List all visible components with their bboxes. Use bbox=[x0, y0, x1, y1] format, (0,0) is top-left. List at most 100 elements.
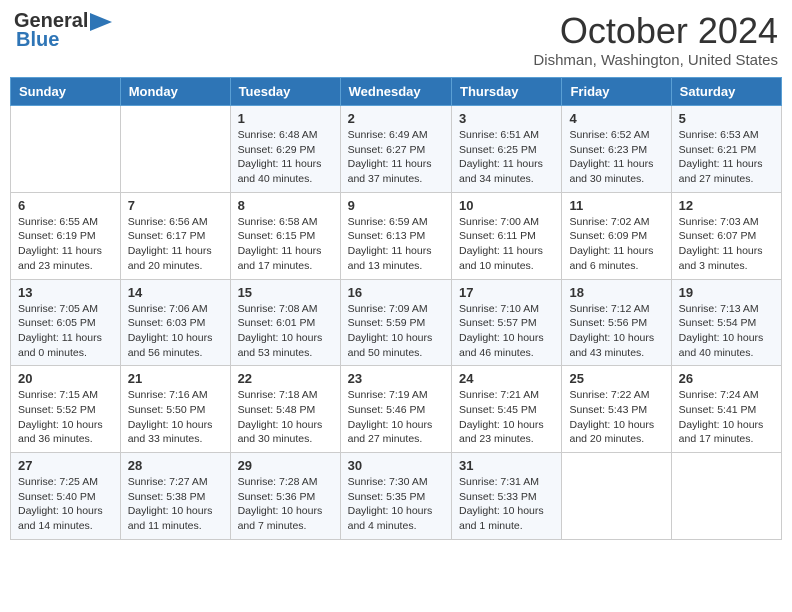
calendar-cell: 2 Sunrise: 6:49 AM Sunset: 6:27 PM Daylig… bbox=[340, 106, 451, 193]
logo: General Blue bbox=[14, 10, 112, 52]
day-number: 17 bbox=[459, 285, 554, 300]
day-number: 24 bbox=[459, 371, 554, 386]
calendar-cell: 16Sunrise: 7:09 AM Sunset: 5:59 PM Dayli… bbox=[340, 279, 451, 366]
day-info: Sunrise: 6:48 AM Sunset: 6:29 PM Dayligh… bbox=[238, 128, 333, 187]
calendar-cell bbox=[671, 453, 781, 540]
day-info: Sunrise: 7:19 AM Sunset: 5:46 PM Dayligh… bbox=[348, 388, 444, 447]
day-number: 27 bbox=[18, 458, 113, 473]
day-number: 21 bbox=[128, 371, 223, 386]
calendar-cell: 26 Sunrise: 7:24 AM Sunset: 5:41 PM Dayli… bbox=[671, 366, 781, 453]
day-number: 3 bbox=[459, 111, 554, 126]
calendar-cell: 1Sunrise: 6:48 AM Sunset: 6:29 PM Daylig… bbox=[230, 106, 340, 193]
day-info: Sunrise: 7:27 AM Sunset: 5:38 PM Dayligh… bbox=[128, 475, 223, 534]
calendar-cell: 28 Sunrise: 7:27 AM Sunset: 5:38 PM Dayli… bbox=[120, 453, 230, 540]
day-number: 10 bbox=[459, 198, 554, 213]
location-subtitle: Dishman, Washington, United States bbox=[533, 52, 778, 69]
day-info: Sunrise: 7:30 AM Sunset: 5:35 PM Dayligh… bbox=[348, 475, 444, 534]
logo-blue-text: Blue bbox=[16, 29, 59, 52]
day-info: Sunrise: 7:25 AM Sunset: 5:40 PM Dayligh… bbox=[18, 475, 113, 534]
calendar-week-row: 27 Sunrise: 7:25 AM Sunset: 5:40 PM Dayli… bbox=[11, 453, 782, 540]
weekday-header-saturday: Saturday bbox=[671, 78, 781, 106]
calendar-cell: 9 Sunrise: 6:59 AM Sunset: 6:13 PM Daylig… bbox=[340, 192, 451, 279]
day-info: Sunrise: 7:15 AM Sunset: 5:52 PM Dayligh… bbox=[18, 388, 113, 447]
weekday-header-thursday: Thursday bbox=[452, 78, 562, 106]
day-number: 7 bbox=[128, 198, 223, 213]
day-info: Sunrise: 6:55 AM Sunset: 6:19 PM Dayligh… bbox=[18, 215, 113, 274]
day-info: Sunrise: 7:28 AM Sunset: 5:36 PM Dayligh… bbox=[238, 475, 333, 534]
day-info: Sunrise: 7:02 AM Sunset: 6:09 PM Dayligh… bbox=[569, 215, 663, 274]
calendar-cell: 25Sunrise: 7:22 AM Sunset: 5:43 PM Dayli… bbox=[562, 366, 671, 453]
day-number: 12 bbox=[679, 198, 774, 213]
day-info: Sunrise: 7:05 AM Sunset: 6:05 PM Dayligh… bbox=[18, 302, 113, 361]
month-title: October 2024 bbox=[533, 10, 778, 52]
weekday-header-sunday: Sunday bbox=[11, 78, 121, 106]
calendar-cell: 22 Sunrise: 7:18 AM Sunset: 5:48 PM Dayli… bbox=[230, 366, 340, 453]
weekday-header-friday: Friday bbox=[562, 78, 671, 106]
day-number: 11 bbox=[569, 198, 663, 213]
day-number: 8 bbox=[238, 198, 333, 213]
weekday-header-row: SundayMondayTuesdayWednesdayThursdayFrid… bbox=[11, 78, 782, 106]
calendar-cell: 29Sunrise: 7:28 AM Sunset: 5:36 PM Dayli… bbox=[230, 453, 340, 540]
day-number: 30 bbox=[348, 458, 444, 473]
calendar-week-row: 6 Sunrise: 6:55 AM Sunset: 6:19 PM Daylig… bbox=[11, 192, 782, 279]
day-number: 6 bbox=[18, 198, 113, 213]
calendar-week-row: 20 Sunrise: 7:15 AM Sunset: 5:52 PM Dayli… bbox=[11, 366, 782, 453]
calendar-cell bbox=[120, 106, 230, 193]
day-info: Sunrise: 6:56 AM Sunset: 6:17 PM Dayligh… bbox=[128, 215, 223, 274]
calendar-cell bbox=[11, 106, 121, 193]
day-info: Sunrise: 7:12 AM Sunset: 5:56 PM Dayligh… bbox=[569, 302, 663, 361]
logo-arrow-icon bbox=[90, 13, 112, 31]
day-info: Sunrise: 6:51 AM Sunset: 6:25 PM Dayligh… bbox=[459, 128, 554, 187]
calendar-table: SundayMondayTuesdayWednesdayThursdayFrid… bbox=[10, 77, 782, 540]
calendar-cell bbox=[562, 453, 671, 540]
day-info: Sunrise: 6:53 AM Sunset: 6:21 PM Dayligh… bbox=[679, 128, 774, 187]
day-info: Sunrise: 7:18 AM Sunset: 5:48 PM Dayligh… bbox=[238, 388, 333, 447]
calendar-cell: 19 Sunrise: 7:13 AM Sunset: 5:54 PM Dayli… bbox=[671, 279, 781, 366]
calendar-cell: 14Sunrise: 7:06 AM Sunset: 6:03 PM Dayli… bbox=[120, 279, 230, 366]
calendar-cell: 17Sunrise: 7:10 AM Sunset: 5:57 PM Dayli… bbox=[452, 279, 562, 366]
day-info: Sunrise: 7:08 AM Sunset: 6:01 PM Dayligh… bbox=[238, 302, 333, 361]
day-info: Sunrise: 7:13 AM Sunset: 5:54 PM Dayligh… bbox=[679, 302, 774, 361]
calendar-week-row: 1Sunrise: 6:48 AM Sunset: 6:29 PM Daylig… bbox=[11, 106, 782, 193]
day-number: 22 bbox=[238, 371, 333, 386]
page-header: General Blue October 2024 Dishman, Washi… bbox=[10, 10, 782, 69]
weekday-header-tuesday: Tuesday bbox=[230, 78, 340, 106]
day-number: 23 bbox=[348, 371, 444, 386]
calendar-cell: 5Sunrise: 6:53 AM Sunset: 6:21 PM Daylig… bbox=[671, 106, 781, 193]
day-info: Sunrise: 6:52 AM Sunset: 6:23 PM Dayligh… bbox=[569, 128, 663, 187]
day-number: 19 bbox=[679, 285, 774, 300]
calendar-cell: 13 Sunrise: 7:05 AM Sunset: 6:05 PM Dayli… bbox=[11, 279, 121, 366]
calendar-cell: 15 Sunrise: 7:08 AM Sunset: 6:01 PM Dayli… bbox=[230, 279, 340, 366]
calendar-cell: 11 Sunrise: 7:02 AM Sunset: 6:09 PM Dayli… bbox=[562, 192, 671, 279]
calendar-cell: 24 Sunrise: 7:21 AM Sunset: 5:45 PM Dayli… bbox=[452, 366, 562, 453]
calendar-cell: 8Sunrise: 6:58 AM Sunset: 6:15 PM Daylig… bbox=[230, 192, 340, 279]
day-number: 14 bbox=[128, 285, 223, 300]
day-info: Sunrise: 7:16 AM Sunset: 5:50 PM Dayligh… bbox=[128, 388, 223, 447]
day-number: 26 bbox=[679, 371, 774, 386]
day-info: Sunrise: 7:24 AM Sunset: 5:41 PM Dayligh… bbox=[679, 388, 774, 447]
day-number: 28 bbox=[128, 458, 223, 473]
calendar-cell: 7 Sunrise: 6:56 AM Sunset: 6:17 PM Daylig… bbox=[120, 192, 230, 279]
day-number: 25 bbox=[569, 371, 663, 386]
calendar-cell: 30 Sunrise: 7:30 AM Sunset: 5:35 PM Dayli… bbox=[340, 453, 451, 540]
calendar-cell: 10 Sunrise: 7:00 AM Sunset: 6:11 PM Dayli… bbox=[452, 192, 562, 279]
day-number: 15 bbox=[238, 285, 333, 300]
day-info: Sunrise: 6:59 AM Sunset: 6:13 PM Dayligh… bbox=[348, 215, 444, 274]
calendar-cell: 23 Sunrise: 7:19 AM Sunset: 5:46 PM Dayli… bbox=[340, 366, 451, 453]
weekday-header-wednesday: Wednesday bbox=[340, 78, 451, 106]
calendar-cell: 3 Sunrise: 6:51 AM Sunset: 6:25 PM Daylig… bbox=[452, 106, 562, 193]
day-info: Sunrise: 7:00 AM Sunset: 6:11 PM Dayligh… bbox=[459, 215, 554, 274]
day-info: Sunrise: 6:49 AM Sunset: 6:27 PM Dayligh… bbox=[348, 128, 444, 187]
calendar-cell: 31Sunrise: 7:31 AM Sunset: 5:33 PM Dayli… bbox=[452, 453, 562, 540]
day-number: 4 bbox=[569, 111, 663, 126]
day-number: 18 bbox=[569, 285, 663, 300]
calendar-cell: 21 Sunrise: 7:16 AM Sunset: 5:50 PM Dayli… bbox=[120, 366, 230, 453]
day-number: 13 bbox=[18, 285, 113, 300]
day-number: 9 bbox=[348, 198, 444, 213]
day-info: Sunrise: 7:09 AM Sunset: 5:59 PM Dayligh… bbox=[348, 302, 444, 361]
day-number: 20 bbox=[18, 371, 113, 386]
day-number: 2 bbox=[348, 111, 444, 126]
day-info: Sunrise: 7:21 AM Sunset: 5:45 PM Dayligh… bbox=[459, 388, 554, 447]
calendar-cell: 20 Sunrise: 7:15 AM Sunset: 5:52 PM Dayli… bbox=[11, 366, 121, 453]
title-section: October 2024 Dishman, Washington, United… bbox=[533, 10, 778, 69]
